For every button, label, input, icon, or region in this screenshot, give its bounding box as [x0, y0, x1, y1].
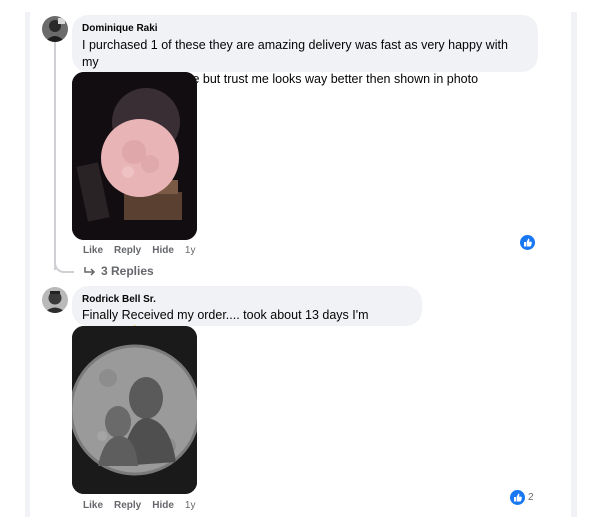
like-link[interactable]: Like [83, 500, 103, 511]
comment-author[interactable]: Dominique Raki [82, 22, 527, 35]
hide-link[interactable]: Hide [152, 245, 174, 256]
replies-count-label: 3 Replies [101, 264, 154, 278]
panel-border-right [571, 12, 577, 517]
comment-timestamp[interactable]: 1y [185, 500, 196, 511]
avatar-image [42, 287, 68, 313]
comment-bubble: Dominique Raki I purchased 1 of these th… [72, 15, 538, 86]
avatar[interactable] [42, 287, 68, 313]
like-reaction-icon [520, 235, 535, 250]
hide-link[interactable]: Hide [152, 500, 174, 511]
reaction-summary[interactable] [520, 235, 538, 250]
comment-photo[interactable] [72, 326, 197, 494]
panel-border-left [25, 12, 30, 517]
view-replies-link[interactable]: 3 Replies [84, 264, 154, 278]
reply-link[interactable]: Reply [114, 245, 141, 256]
like-reaction-icon [510, 490, 525, 505]
comment-timestamp[interactable]: 1y [185, 245, 196, 256]
reply-arrow-icon [84, 267, 96, 276]
moon-lamp-photo [72, 72, 197, 240]
comment-photo[interactable] [72, 72, 197, 240]
avatar[interactable] [42, 16, 68, 42]
reply-link[interactable]: Reply [114, 500, 141, 511]
moon-lamp-photo [72, 326, 197, 494]
comment-actions: Like Reply Hide 1y [83, 500, 195, 511]
thread-connector-curve [54, 255, 74, 273]
like-link[interactable]: Like [83, 245, 103, 256]
comment-author[interactable]: Rodrick Bell Sr. [82, 293, 411, 306]
comment-text-line: I purchased 1 of these they are amazing … [82, 38, 508, 69]
comment-bubble: Rodrick Bell Sr. Finally Received my ord… [72, 286, 422, 339]
comment-actions: Like Reply Hide 1y [83, 245, 195, 256]
reaction-summary[interactable]: 2 [510, 490, 534, 505]
avatar-image [42, 16, 68, 42]
reaction-count: 2 [528, 492, 534, 503]
thread-connector-line [54, 42, 56, 270]
